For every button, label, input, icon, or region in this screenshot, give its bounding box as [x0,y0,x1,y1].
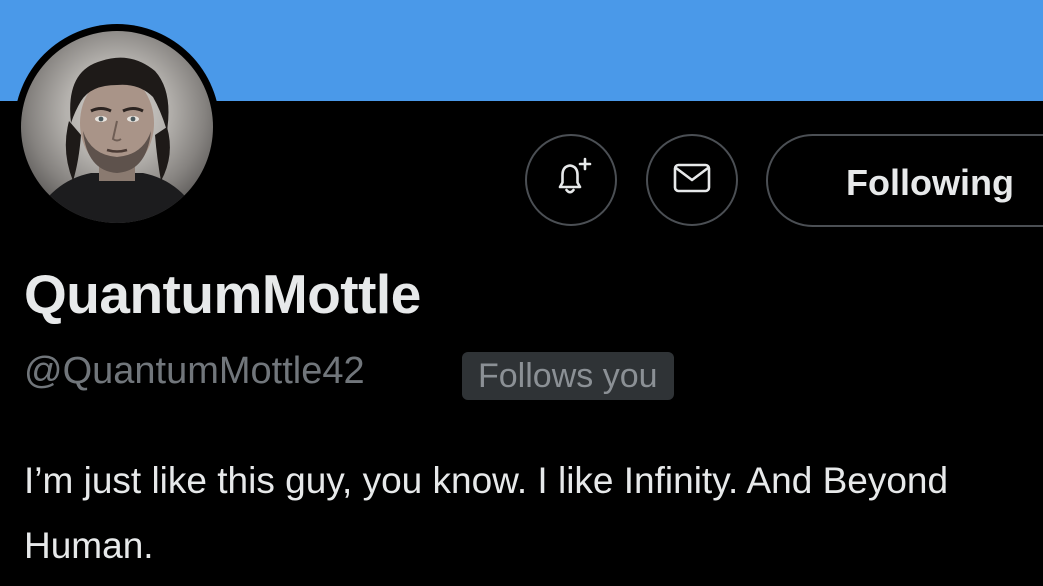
avatar[interactable] [14,24,220,230]
follows-you-badge: Follows you [462,352,674,400]
envelope-icon [670,156,714,205]
bell-plus-icon [549,156,593,205]
following-button[interactable]: Following [766,134,1043,227]
display-name: QuantumMottle [24,263,421,325]
user-handle: @QuantumMottle42 [24,350,365,392]
profile-page: Following QuantumMottle @QuantumMottle42… [0,0,1043,586]
profile-bio: I’m just like this guy, you know. I like… [24,460,949,566]
message-button[interactable] [646,134,738,226]
notifications-button[interactable] [525,134,617,226]
following-button-label: Following [846,162,1014,203]
avatar-photo [21,31,213,223]
